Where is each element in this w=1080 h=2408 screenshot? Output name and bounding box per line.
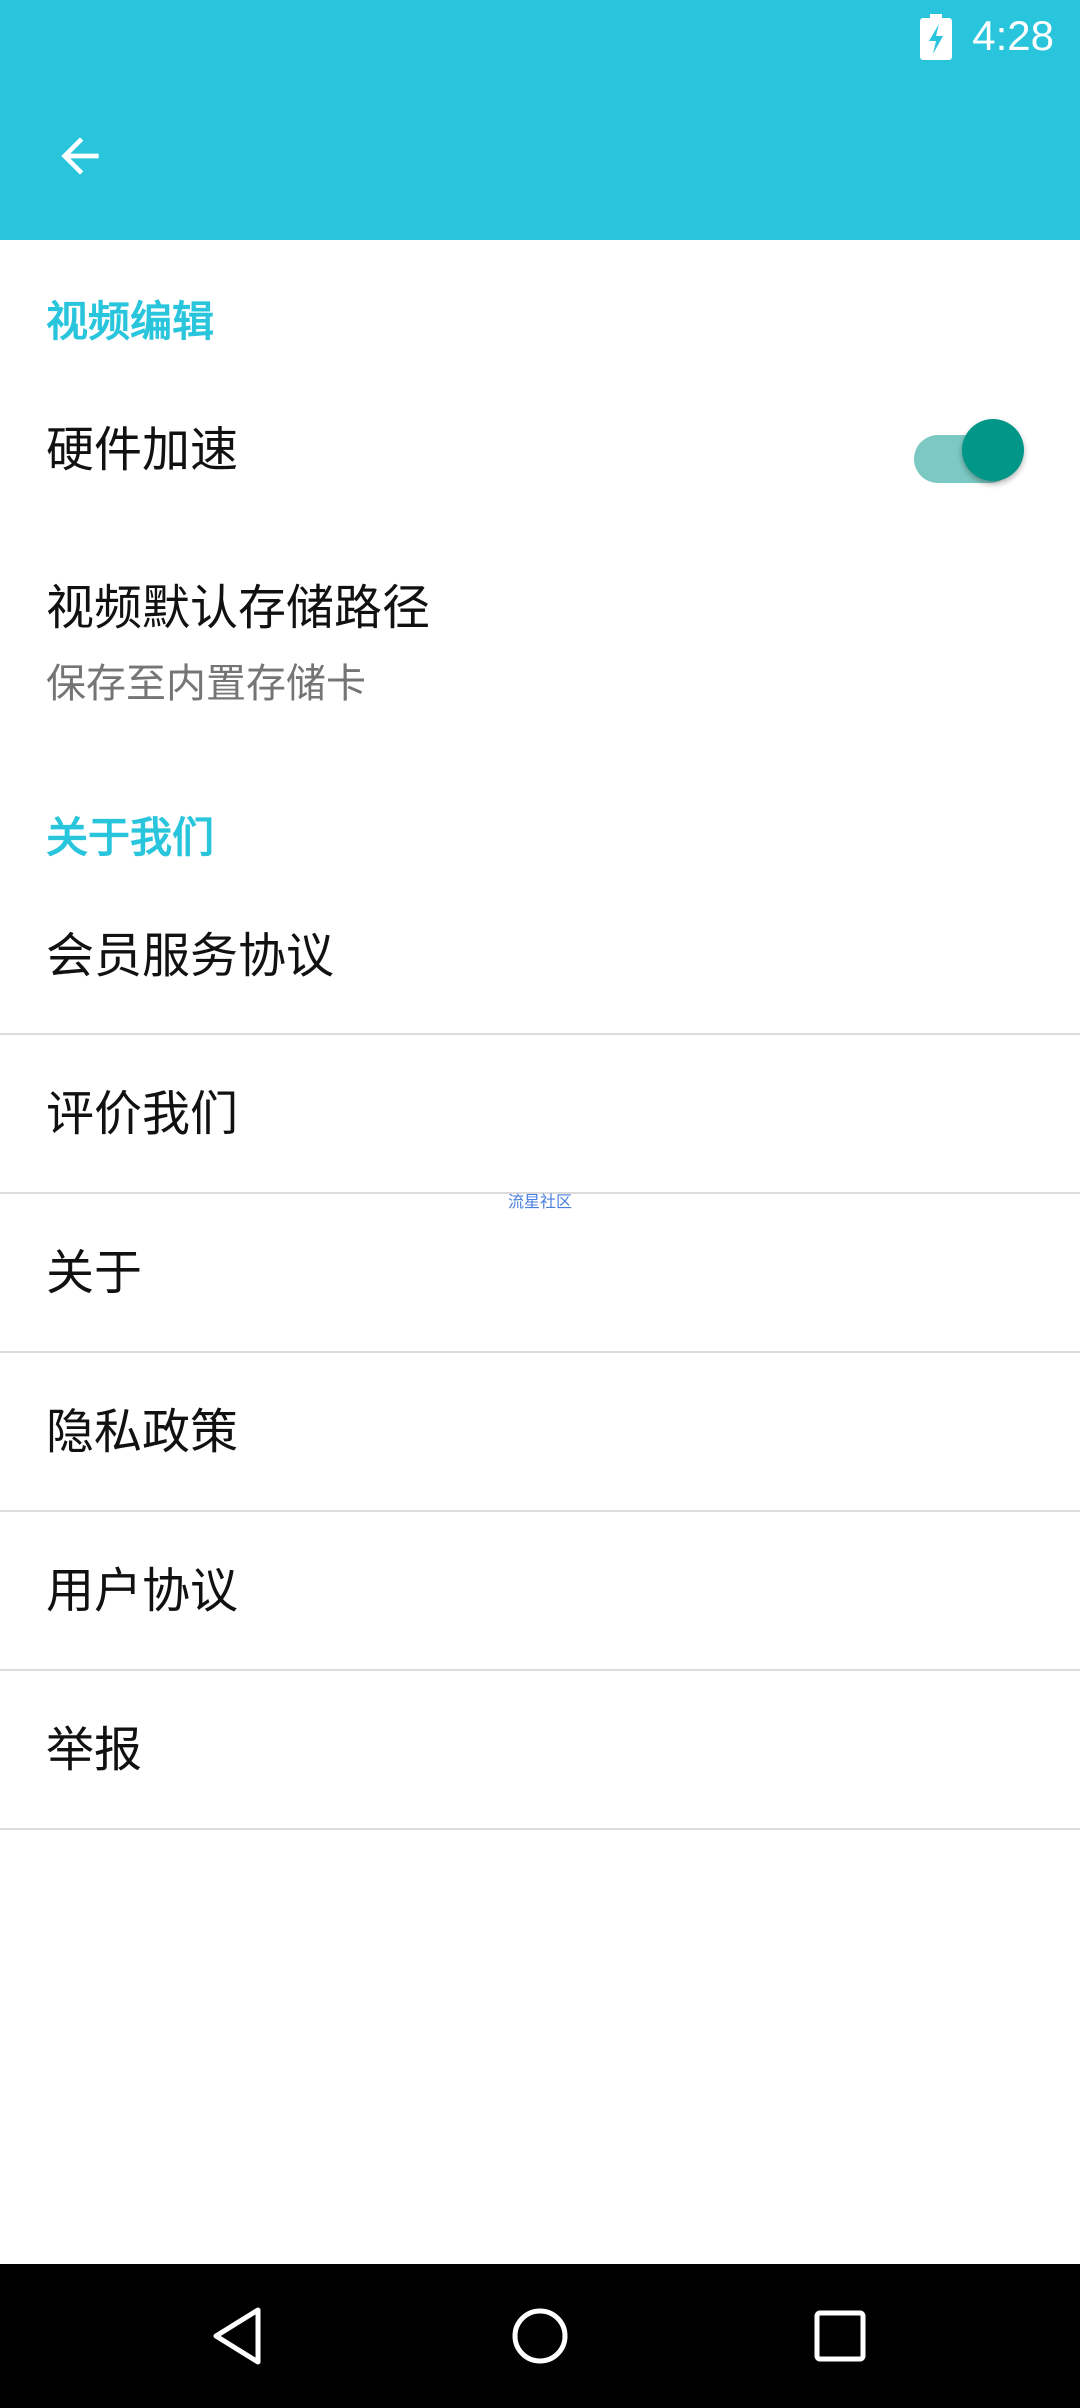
pref-storage-path[interactable]: 视频默认存储路径 保存至内置存储卡 bbox=[0, 560, 1080, 730]
circle-home-icon bbox=[512, 2308, 568, 2364]
nav-recents-button[interactable] bbox=[790, 2286, 890, 2386]
pref-storage-path-title: 视频默认存储路径 bbox=[46, 580, 431, 636]
list-item-label: 举报 bbox=[46, 1722, 143, 1778]
battery-charging-icon bbox=[920, 14, 952, 60]
list-item-privacy-policy[interactable]: 隐私政策 bbox=[0, 1353, 1080, 1511]
pref-hardware-accel-title: 硬件加速 bbox=[46, 422, 239, 478]
arrow-left-icon bbox=[61, 137, 99, 175]
list-item-user-agreement[interactable]: 用户协议 bbox=[0, 1512, 1080, 1670]
square-recents-icon bbox=[814, 2310, 866, 2362]
list-item-about[interactable]: 关于 bbox=[0, 1194, 1080, 1352]
nav-back-button[interactable] bbox=[190, 2286, 290, 2386]
list-item-rate-us[interactable]: 评价我们 bbox=[0, 1035, 1080, 1193]
list-item-label: 会员服务协议 bbox=[46, 928, 335, 984]
system-nav-bar bbox=[0, 2264, 1080, 2408]
list-item-member-agreement[interactable]: 会员服务协议 bbox=[0, 880, 1080, 1032]
list-item-label: 隐私政策 bbox=[46, 1404, 239, 1460]
list-item-label: 用户协议 bbox=[46, 1563, 239, 1619]
hardware-accel-switch[interactable] bbox=[910, 419, 1026, 483]
app-bar: 4:28 bbox=[0, 0, 1080, 240]
nav-home-button[interactable] bbox=[490, 2286, 590, 2386]
list-item-report[interactable]: 举报 bbox=[0, 1671, 1080, 1829]
divider bbox=[0, 1828, 1080, 1830]
pref-storage-path-summary: 保存至内置存储卡 bbox=[46, 661, 366, 707]
switch-thumb bbox=[962, 419, 1024, 481]
triangle-back-icon bbox=[213, 2307, 261, 2365]
section-header-about-us: 关于我们 bbox=[46, 813, 215, 862]
section-header-video-edit: 视频编辑 bbox=[46, 297, 215, 346]
status-time: 4:28 bbox=[972, 12, 1054, 59]
settings-screen: 4:28 视频编辑 硬件加速 视频默认存储路径 保存至内置存储卡 关于我们 会员… bbox=[0, 0, 1080, 2408]
back-button[interactable] bbox=[40, 116, 120, 196]
list-item-label: 评价我们 bbox=[46, 1086, 239, 1142]
list-item-label: 关于 bbox=[46, 1245, 143, 1301]
status-bar: 4:28 bbox=[0, 0, 1080, 72]
